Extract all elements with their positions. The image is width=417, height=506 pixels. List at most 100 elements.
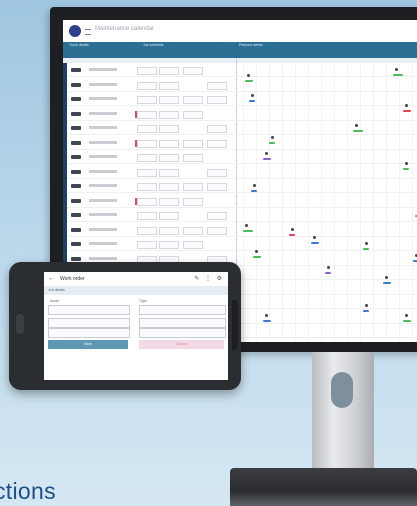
schedule-cell[interactable] (207, 96, 227, 104)
table-row[interactable] (67, 151, 417, 164)
schedule-cell[interactable] (159, 81, 179, 90)
schedule-cell[interactable] (183, 110, 203, 119)
table-row[interactable] (67, 79, 417, 92)
schedule-bar[interactable] (269, 142, 275, 144)
schedule-cell[interactable] (137, 241, 157, 249)
schedule-cell[interactable] (183, 139, 203, 148)
monitor-stand-neck (312, 352, 374, 472)
truck-icon (71, 82, 81, 87)
schedule-cell[interactable] (159, 183, 179, 191)
schedule-bar[interactable] (363, 310, 369, 312)
table-row[interactable] (67, 209, 417, 222)
schedule-cell[interactable] (159, 110, 179, 119)
schedule-cell[interactable] (137, 168, 157, 177)
event-marker-icon (405, 104, 408, 107)
detail-input-2[interactable] (139, 318, 226, 328)
schedule-cell[interactable] (207, 183, 227, 191)
schedule-cell[interactable] (207, 168, 227, 177)
schedule-bar[interactable] (353, 130, 363, 132)
schedule-cell[interactable] (183, 226, 203, 235)
schedule-bar[interactable] (403, 110, 411, 112)
detail-input-1[interactable] (48, 318, 130, 328)
table-row[interactable] (67, 64, 417, 77)
table-row[interactable] (67, 93, 417, 106)
schedule-bar[interactable] (289, 234, 295, 236)
asset-input[interactable] (48, 305, 130, 315)
type-input[interactable] (139, 305, 226, 315)
schedule-cell[interactable] (159, 168, 179, 177)
schedule-cell[interactable] (183, 241, 203, 249)
save-button[interactable]: Save (48, 340, 128, 349)
toolbar-icons[interactable]: ✎ ⋮ ⚙ (194, 275, 224, 282)
schedule-cell[interactable] (183, 197, 203, 206)
schedule-cell[interactable] (137, 212, 157, 220)
schedule-bar[interactable] (325, 272, 331, 274)
caption-text: ctions (0, 478, 56, 504)
schedule-bar[interactable] (311, 242, 319, 244)
table-row[interactable] (67, 137, 417, 150)
schedule-cell[interactable] (183, 183, 203, 191)
schedule-cell[interactable] (159, 125, 179, 133)
schedule-cell[interactable] (207, 81, 227, 90)
table-row[interactable] (67, 180, 417, 193)
schedule-cell[interactable] (159, 154, 179, 162)
schedule-cell[interactable] (183, 67, 203, 75)
monitor-stand-base (230, 468, 417, 506)
gantt-column-line (360, 63, 361, 342)
row-text (89, 198, 117, 202)
schedule-cell[interactable] (137, 139, 157, 148)
detail-input-4[interactable] (139, 328, 226, 338)
schedule-cell[interactable] (137, 67, 157, 75)
schedule-bar[interactable] (383, 282, 391, 284)
schedule-cell[interactable] (207, 125, 227, 133)
table-row[interactable] (67, 195, 417, 208)
schedule-bar[interactable] (243, 230, 253, 232)
schedule-cell[interactable] (137, 125, 157, 133)
gantt-column-line (347, 63, 348, 342)
table-row[interactable] (67, 108, 417, 121)
schedule-bar[interactable] (403, 168, 409, 170)
detail-input-3[interactable] (48, 328, 130, 338)
schedule-bar[interactable] (413, 260, 417, 262)
schedule-bar[interactable] (253, 256, 261, 258)
schedule-bar[interactable] (251, 190, 257, 192)
header-group-truck: Truck details (69, 43, 89, 47)
schedule-cell[interactable] (207, 139, 227, 148)
event-marker-icon (355, 124, 358, 127)
app-title: Maintenance calendar (95, 26, 155, 32)
schedule-bar[interactable] (245, 80, 253, 82)
schedule-cell[interactable] (183, 96, 203, 104)
schedule-cell[interactable] (137, 226, 157, 235)
schedule-bar[interactable] (249, 100, 255, 102)
table-row[interactable] (67, 224, 417, 237)
schedule-cell[interactable] (137, 154, 157, 162)
schedule-cell[interactable] (207, 226, 227, 235)
schedule-cell[interactable] (137, 81, 157, 90)
schedule-cell[interactable] (159, 197, 179, 206)
schedule-cell[interactable] (183, 154, 203, 162)
schedule-cell[interactable] (137, 96, 157, 104)
schedule-cell[interactable] (159, 226, 179, 235)
schedule-bar[interactable] (363, 248, 369, 250)
schedule-cell[interactable] (159, 67, 179, 75)
schedule-bar[interactable] (393, 74, 403, 76)
menu-icon[interactable] (85, 29, 91, 35)
back-arrow-icon[interactable]: ← (48, 275, 55, 282)
cancel-button[interactable]: Cancel (139, 340, 224, 349)
table-row[interactable] (67, 166, 417, 179)
table-row[interactable] (67, 122, 417, 135)
schedule-cell[interactable] (159, 241, 179, 249)
schedule-cell[interactable] (159, 139, 179, 148)
schedule-bar[interactable] (263, 320, 271, 322)
schedule-cell[interactable] (137, 110, 157, 119)
status-flag (135, 139, 137, 147)
truck-icon (71, 256, 81, 261)
schedule-cell[interactable] (159, 212, 179, 220)
tablet-home-button[interactable] (16, 314, 24, 334)
schedule-cell[interactable] (207, 212, 227, 220)
schedule-cell[interactable] (137, 183, 157, 191)
schedule-bar[interactable] (263, 158, 271, 160)
schedule-bar[interactable] (403, 320, 411, 322)
schedule-cell[interactable] (159, 96, 179, 104)
schedule-cell[interactable] (137, 197, 157, 206)
